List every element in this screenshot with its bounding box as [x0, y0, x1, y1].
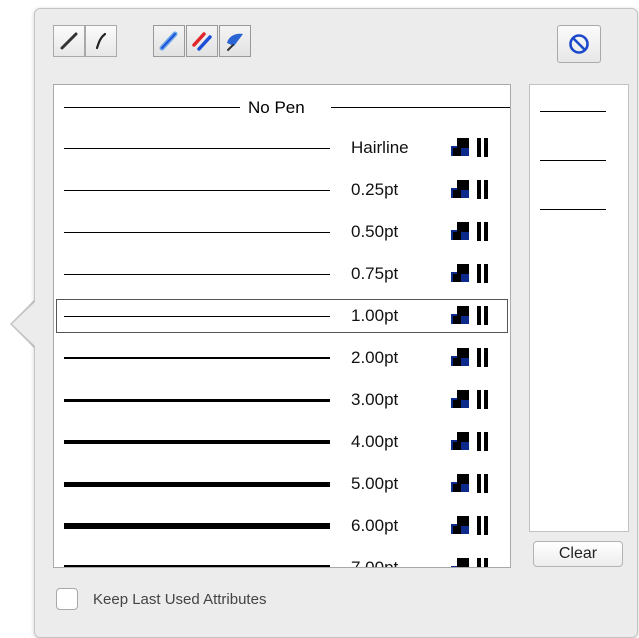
pen-red-blue-icon: [192, 32, 212, 51]
stroke-row[interactable]: 2.00pt: [54, 339, 510, 377]
keep-last-used-label: Keep Last Used Attributes: [93, 590, 267, 608]
recent-stroke-3[interactable]: [540, 209, 606, 210]
stroke-weight-label: 7.00pt: [351, 558, 399, 568]
no-pen-row[interactable]: No Pen: [54, 95, 510, 121]
line-cap-join-icon: [451, 264, 488, 283]
stroke-row[interactable]: 5.00pt: [54, 465, 510, 503]
stroke-weight-label: 6.00pt: [351, 516, 399, 535]
stroke-weight-label: 0.50pt: [351, 222, 399, 241]
stroke-preview-line: [64, 232, 330, 233]
keep-last-used-option[interactable]: Keep Last Used Attributes: [56, 587, 266, 611]
fill-pen-icon: [227, 33, 243, 51]
stroke-preview-line: [64, 274, 330, 275]
no-pen-label: No Pen: [248, 98, 305, 117]
stroke-row[interactable]: 0.50pt: [54, 213, 510, 251]
line-cap-join-icon: [451, 138, 488, 157]
keep-last-used-checkbox[interactable]: [56, 588, 78, 610]
line-cap-join-icon: [451, 516, 488, 535]
recent-stroke-1[interactable]: [540, 111, 606, 112]
line-cap-join-icon: [451, 390, 488, 409]
recent-strokes-panel[interactable]: [529, 84, 629, 532]
stroke-row[interactable]: 0.25pt: [54, 171, 510, 209]
no-pen-line-left: [64, 107, 240, 108]
stroke-row[interactable]: 4.00pt: [54, 423, 510, 461]
stroke-preview-line: [64, 316, 330, 317]
stroke-preview-line: [64, 148, 330, 149]
recent-stroke-2[interactable]: [540, 160, 606, 161]
line-cap-join-icon: [451, 474, 488, 493]
stroke-weight-label: 3.00pt: [351, 390, 399, 409]
no-pen-line-right: [331, 107, 510, 108]
stroke-row[interactable]: 7.00pt: [54, 549, 510, 568]
stroke-row[interactable]: 6.00pt: [54, 507, 510, 545]
stroke-weight-label: 5.00pt: [351, 474, 399, 493]
prohibited-icon: [569, 34, 589, 54]
pencil-icon: [60, 32, 78, 50]
stroke-row[interactable]: 0.75pt: [54, 255, 510, 293]
stroke-preview-line: [64, 523, 330, 529]
line-cap-join-icon: [451, 222, 488, 241]
line-cap-join-icon: [451, 558, 488, 567]
line-cap-join-icon: [451, 348, 488, 367]
clear-button[interactable]: Clear: [533, 541, 623, 567]
stroke-preview-line: [64, 565, 330, 567]
red-blue-pen-tool-button[interactable]: [186, 25, 218, 57]
stroke-preview-line: [64, 190, 330, 191]
line-cap-join-icon: [451, 306, 488, 325]
no-pen-button[interactable]: [557, 25, 601, 63]
pen-blue-icon: [159, 31, 178, 51]
stroke-weight-label: 1.00pt: [351, 306, 399, 325]
stroke-weight-label: Hairline: [351, 138, 409, 157]
stroke-weight-label: 0.75pt: [351, 264, 399, 283]
blue-pen-tool-button[interactable]: [153, 25, 185, 57]
pencil-tool-button[interactable]: [53, 25, 85, 57]
stroke-weight-label: 4.00pt: [351, 432, 399, 451]
stroke-weight-list[interactable]: No Pen Hairline 0.25pt 0.50pt 0.75pt 1.00pt 2…: [53, 84, 511, 568]
brush-tool-button[interactable]: [85, 25, 117, 57]
stroke-preview-line: [64, 482, 330, 487]
popover-arrow-fill: [12, 302, 35, 346]
line-cap-join-icon: [451, 180, 488, 199]
stroke-preview-line: [64, 440, 330, 444]
brush-icon: [95, 32, 107, 50]
stroke-row[interactable]: Hairline: [54, 129, 510, 167]
stroke-weight-label: 0.25pt: [351, 180, 399, 199]
stroke-preview-line: [64, 357, 330, 359]
line-cap-join-icon: [451, 432, 488, 451]
stroke-weight-label: 2.00pt: [351, 348, 399, 367]
stroke-row[interactable]: 3.00pt: [54, 381, 510, 419]
stroke-row[interactable]: 1.00pt: [54, 297, 510, 335]
stroke-preview-line: [64, 399, 330, 402]
fill-pen-tool-button[interactable]: [219, 25, 251, 57]
